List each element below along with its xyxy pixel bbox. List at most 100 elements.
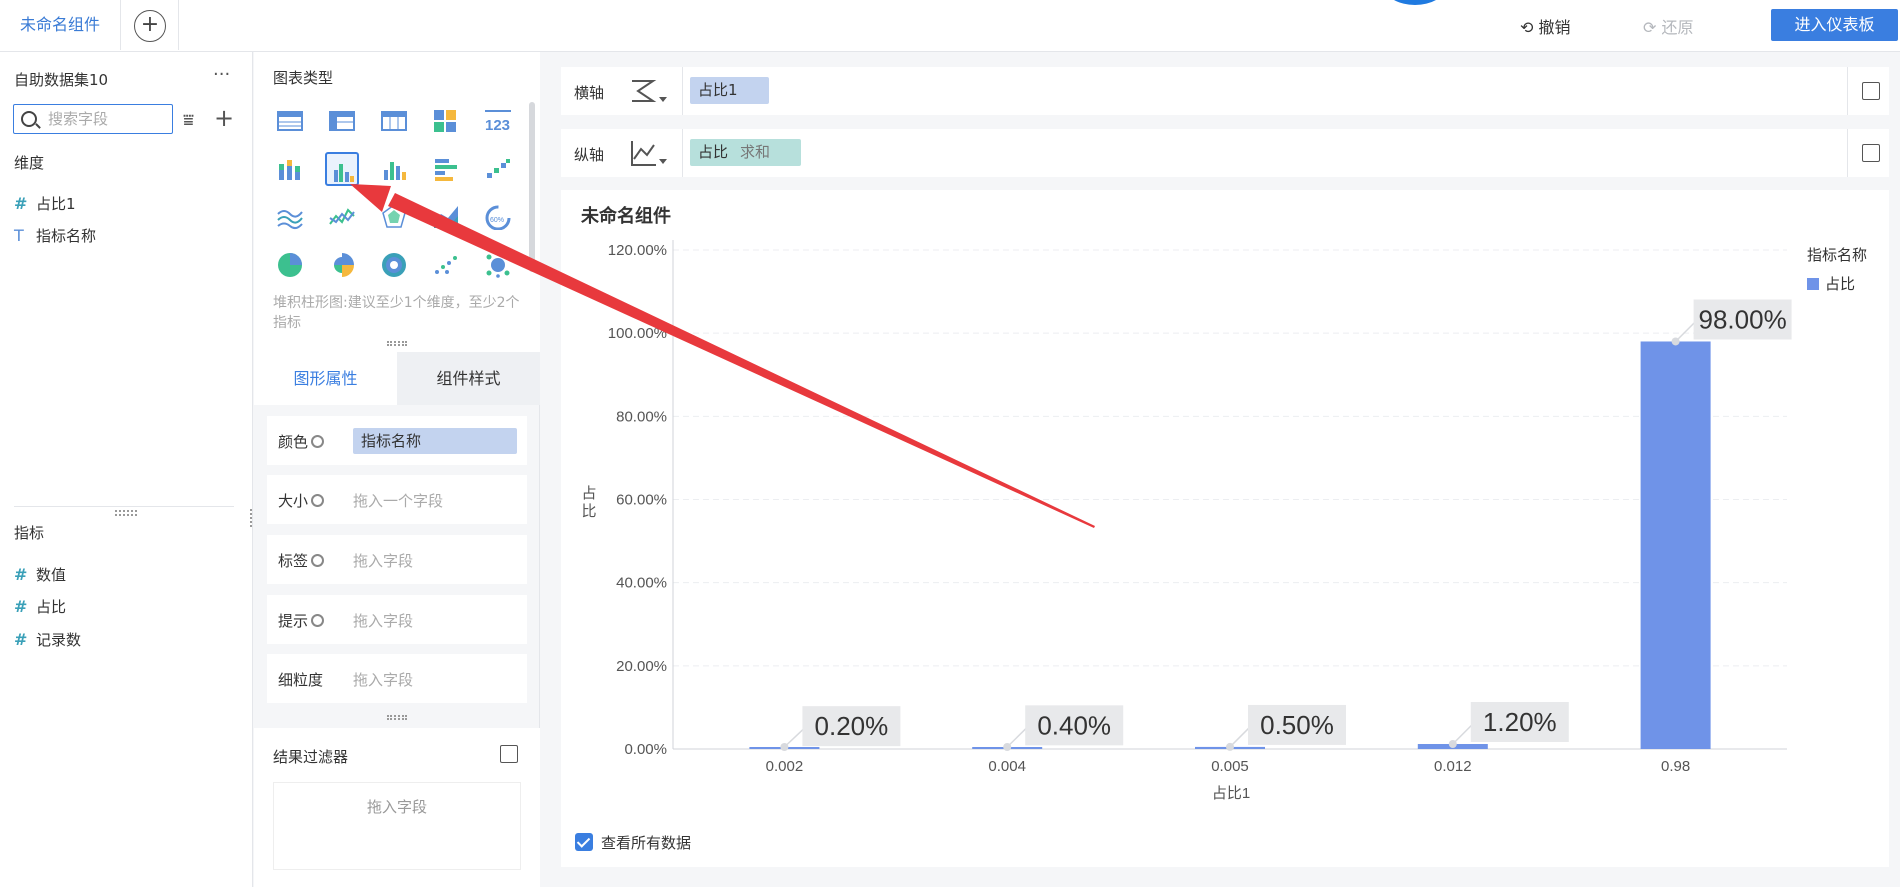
x-tick-label: 0.005 [1211,758,1249,775]
chart-type-hint: 堆积柱形图:建议至少1个维度，至少2个指标 [273,295,520,331]
color-field-chip[interactable]: 指标名称 [353,428,517,454]
heatmap-table-icon[interactable] [429,104,463,138]
y-tick-label: 20.00% [616,658,667,675]
data-label: 1.20% [1483,707,1557,737]
size-property-row[interactable]: 大小 拖入一个字段 [267,475,527,524]
line-chart-icon[interactable] [325,200,359,234]
search-input[interactable] [48,108,168,130]
gear-icon[interactable] [311,435,325,448]
label-leader-line [1229,726,1251,748]
resize-handle[interactable] [387,341,407,346]
filter-drop-zone[interactable]: 拖入字段 [273,782,521,870]
radar-chart-icon[interactable] [377,200,411,234]
property-label: 标签 [278,550,325,571]
x-tick-label: 0.012 [1434,758,1472,775]
y-axis-field-chip[interactable]: 占比 求和 [690,139,801,166]
column-chart-icon[interactable] [377,152,411,186]
metric-title: 指标 [14,524,45,542]
y-tick-label: 0.00% [624,741,667,758]
number-dimension-icon: # [14,194,28,213]
kpi-number-icon[interactable]: 123 [481,104,515,138]
checkbox-checked-icon [575,833,593,851]
legend-title: 指标名称 [1807,247,1867,264]
pie-chart-icon[interactable] [273,248,307,282]
chart-card: 未命名组件 0.00% 20.00% 40.00% 60.00% 80.00% 100.0… [561,190,1889,867]
resize-handle[interactable] [387,715,407,720]
dimension-field[interactable]: # 占比1 [14,193,76,214]
dimension-title: 维度 [14,154,45,172]
scrollbar[interactable] [529,102,535,272]
more-icon[interactable]: ··· [213,64,230,85]
field-label: 记录数 [36,631,82,649]
bar [1640,341,1711,749]
area-line-icon[interactable] [273,200,307,234]
x-axis-label: 横轴 [574,84,605,102]
data-label: 0.40% [1037,710,1111,740]
gear-icon[interactable] [311,554,325,567]
grouped-column-icon[interactable] [325,152,359,186]
divider [682,67,683,115]
search-field[interactable] [13,104,173,134]
label-leader-line [1452,723,1474,745]
divider [682,129,683,177]
label-property-row[interactable]: 标签 拖入字段 [267,535,527,584]
axis-settings-icon[interactable] [1862,144,1880,162]
x-axis-field-chip[interactable]: 占比1 [690,77,769,104]
filter-settings-icon[interactable] [500,745,518,763]
waterfall-chart-icon[interactable] [481,152,515,186]
gear-icon[interactable] [311,494,325,507]
field-label: 指标名称 [36,227,97,245]
enter-dashboard-button[interactable]: 进入仪表板 [1771,9,1898,41]
property-label: 颜色 [278,431,325,452]
gear-icon[interactable] [311,614,325,627]
dimension-field[interactable]: T 指标名称 [14,225,96,246]
x-axis-type-icon[interactable] [629,77,673,111]
metric-field[interactable]: # 占比 [14,596,66,617]
add-field-icon[interactable]: + [214,104,234,132]
tab-component[interactable]: 未命名组件 [0,0,122,50]
tab-divider [178,0,179,50]
y-axis-title: 占 [581,485,596,502]
resize-handle[interactable] [115,510,137,516]
search-icon [21,111,37,127]
color-property-row[interactable]: 颜色 指标名称 [267,416,527,465]
bar-chart-icon[interactable] [429,152,463,186]
divider [1847,129,1848,177]
divider [1847,67,1848,115]
rose-chart-icon[interactable] [325,248,359,282]
gauge-chart-icon[interactable]: 60% [481,200,515,234]
chart-type-section: 图表类型 123 60% 堆积柱形图:建议至少1个维度，至少2个指标 [254,52,540,352]
scatter-chart-icon[interactable] [429,248,463,282]
y-axis-type-icon[interactable] [629,139,673,173]
legend-item: 占比 [1825,276,1855,293]
x-axis-title: 占比1 [1212,785,1250,802]
tab-component-style[interactable]: 组件样式 [397,352,540,405]
tab-graph-props[interactable]: 图形属性 [254,352,397,405]
area-chart-icon[interactable] [429,200,463,234]
number-field-icon: # [14,597,28,616]
chart-type-title: 图表类型 [273,69,334,87]
axis-settings-icon[interactable] [1862,82,1880,100]
bubble-chart-icon[interactable] [481,248,515,282]
metric-field[interactable]: # 数值 [14,564,66,585]
table-chart-icon[interactable] [273,104,307,138]
number-field-icon: # [14,630,28,649]
add-tab-icon[interactable]: + [134,10,166,42]
stacked-column-icon[interactable] [273,152,307,186]
drop-placeholder: 拖入字段 [353,552,414,570]
detail-table-icon[interactable] [377,104,411,138]
undo-button[interactable]: ⟲ 撤销 [1520,14,1571,38]
svg-text:123: 123 [485,117,510,134]
donut-chart-icon[interactable] [377,248,411,282]
redo-icon: ⟳ [1643,18,1657,37]
granularity-property-row[interactable]: 细粒度 拖入字段 [267,654,527,703]
bar-chart: 0.00% 20.00% 40.00% 60.00% 80.00% 100.00% 120.… [581,240,1867,802]
redo-button[interactable]: ⟳ 还原 [1643,14,1694,38]
field-filter-icon[interactable]: ⩸ [183,110,194,131]
text-field-icon: T [14,226,24,245]
view-all-data-checkbox[interactable]: 查看所有数据 [575,832,691,853]
crosstab-chart-icon[interactable] [325,104,359,138]
metric-field[interactable]: # 记录数 [14,629,81,650]
drop-placeholder: 拖入字段 [353,612,414,630]
tooltip-property-row[interactable]: 提示 拖入字段 [267,595,527,644]
